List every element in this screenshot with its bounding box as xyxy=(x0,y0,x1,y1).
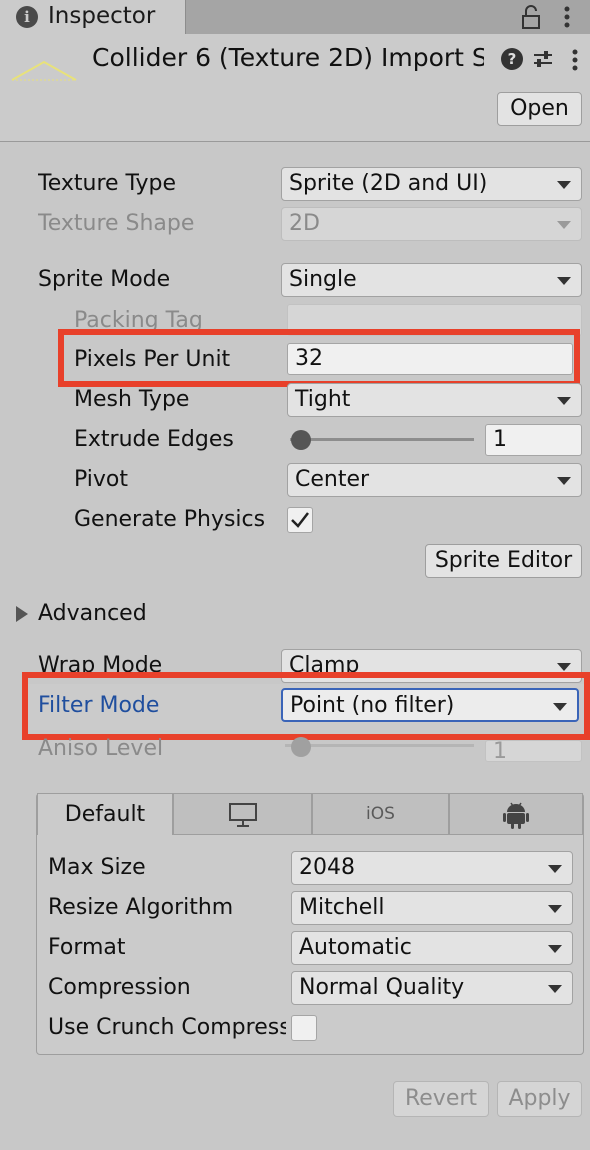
pivot-dropdown[interactable]: Center xyxy=(287,463,582,497)
tab-ios[interactable]: iOS xyxy=(312,793,449,835)
chevron-down-icon xyxy=(548,985,562,993)
mesh-type-dropdown[interactable]: Tight xyxy=(287,383,582,417)
texture-thumbnail xyxy=(11,60,77,81)
compression-dropdown[interactable]: Normal Quality xyxy=(291,971,573,1005)
format-label: Format xyxy=(48,935,126,960)
max-size-value: 2048 xyxy=(299,855,355,880)
android-icon xyxy=(503,802,529,829)
monitor-icon xyxy=(228,803,257,827)
compression-label: Compression xyxy=(48,975,191,1000)
resize-algorithm-dropdown[interactable]: Mitchell xyxy=(291,891,573,925)
format-value: Automatic xyxy=(299,935,412,960)
help-icon[interactable]: ? xyxy=(501,48,523,70)
aniso-level-slider-handle xyxy=(291,737,311,757)
extrude-edges-label: Extrude Edges xyxy=(74,427,234,452)
pixels-per-unit-highlight xyxy=(58,329,580,387)
max-size-dropdown[interactable]: 2048 xyxy=(291,851,573,885)
aniso-level-slider-track xyxy=(285,744,474,747)
preset-icon[interactable] xyxy=(532,48,554,70)
texture-shape-dropdown: 2D xyxy=(281,207,582,241)
tab-menu-icon[interactable] xyxy=(562,4,572,30)
texture-type-dropdown[interactable]: Sprite (2D and UI) xyxy=(281,167,582,201)
sprite-mode-value: Single xyxy=(289,267,357,292)
checkmark-icon xyxy=(291,512,309,528)
foldout-arrow-icon[interactable] xyxy=(16,606,28,622)
texture-shape-value: 2D xyxy=(289,211,320,236)
chevron-down-icon xyxy=(557,477,571,485)
tab-ios-label: iOS xyxy=(366,804,395,824)
chevron-down-icon xyxy=(548,945,562,953)
chevron-down-icon xyxy=(557,397,571,405)
sprite-mode-label: Sprite Mode xyxy=(38,267,171,292)
texture-shape-label: Texture Shape xyxy=(38,211,195,236)
aniso-level-label: Aniso Level xyxy=(38,736,164,760)
sprite-editor-button[interactable]: Sprite Editor xyxy=(425,544,582,578)
max-size-label: Max Size xyxy=(48,855,146,880)
format-dropdown[interactable]: Automatic xyxy=(291,931,573,965)
filter-mode-highlight xyxy=(22,672,590,740)
chevron-down-icon xyxy=(548,905,562,913)
extrude-edges-field[interactable]: 1 xyxy=(485,424,582,456)
tab-default-label: Default xyxy=(64,802,146,827)
resize-algorithm-label: Resize Algorithm xyxy=(48,895,234,920)
tab-android[interactable] xyxy=(449,793,583,835)
chevron-down-icon xyxy=(557,277,571,285)
tab-default[interactable]: Default xyxy=(37,793,173,835)
tab-standalone[interactable] xyxy=(173,793,312,835)
revert-button[interactable]: Revert xyxy=(393,1081,489,1117)
extrude-edges-slider-track[interactable] xyxy=(290,438,474,441)
tab-inspector[interactable]: i Inspector xyxy=(0,0,186,34)
generate-physics-checkbox[interactable] xyxy=(287,507,313,533)
chevron-down-icon xyxy=(557,221,571,229)
tab-bar: i Inspector xyxy=(0,0,590,34)
texture-type-label: Texture Type xyxy=(38,171,177,196)
chevron-down-icon xyxy=(548,865,562,873)
asset-header: Collider 6 (Texture 2D) Import S ? Open xyxy=(0,34,590,142)
sprite-mode-dropdown[interactable]: Single xyxy=(281,263,582,297)
chevron-down-icon xyxy=(557,663,571,671)
mesh-type-value: Tight xyxy=(295,387,351,412)
mesh-type-label: Mesh Type xyxy=(74,387,190,412)
aniso-level-field: 1 xyxy=(485,740,582,762)
open-button[interactable]: Open xyxy=(497,92,582,126)
asset-title: Collider 6 (Texture 2D) Import S xyxy=(92,43,484,72)
lock-icon[interactable] xyxy=(517,4,545,30)
use-crunch-label: Use Crunch Compression xyxy=(48,1015,286,1040)
generate-physics-label: Generate Physics Shape xyxy=(74,507,272,532)
tab-title: Inspector xyxy=(48,3,156,29)
info-icon: i xyxy=(16,6,38,28)
pivot-value: Center xyxy=(295,467,370,492)
resize-algorithm-value: Mitchell xyxy=(299,895,385,920)
compression-value: Normal Quality xyxy=(299,975,465,1000)
header-menu-icon[interactable] xyxy=(570,48,580,72)
apply-button[interactable]: Apply xyxy=(497,1081,582,1117)
extrude-edges-slider-handle[interactable] xyxy=(291,430,311,450)
texture-type-value: Sprite (2D and UI) xyxy=(289,171,488,196)
advanced-foldout[interactable]: Advanced xyxy=(38,601,147,626)
pivot-label: Pivot xyxy=(74,467,129,492)
use-crunch-checkbox[interactable] xyxy=(291,1015,317,1041)
chevron-down-icon xyxy=(557,181,571,189)
